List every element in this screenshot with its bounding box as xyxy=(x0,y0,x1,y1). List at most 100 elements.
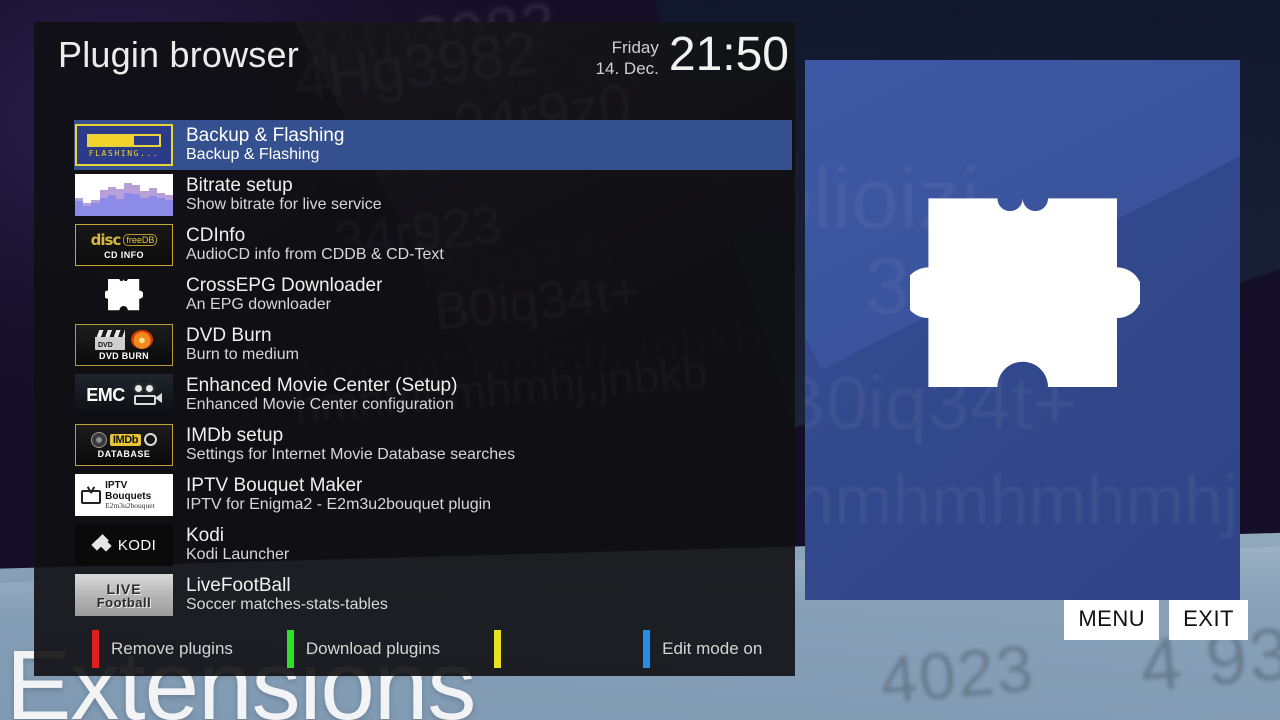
clapperboard-icon: DVD xyxy=(95,329,125,350)
plugin-icon: IPTV Bouquets E2m3u2bouquet xyxy=(75,474,173,516)
plugin-description: AudioCD info from CDDB & CD-Text xyxy=(186,246,444,264)
kodi-logo-mark xyxy=(91,534,112,554)
emc-icon: EMC xyxy=(75,374,173,416)
plugin-description: IPTV for Enigma2 - E2m3u2bouquet plugin xyxy=(186,496,492,514)
dvd-burn-icon: DVD DVD BURN xyxy=(75,324,173,366)
red-key-swatch xyxy=(92,630,99,668)
download-plugins-label: Download plugins xyxy=(305,639,441,658)
iptv-bouquets-icon: IPTV Bouquets E2m3u2bouquet xyxy=(75,474,173,516)
plugin-browser-dialog: 4Hg3982 34r9z0 34r923 B0iq34t+ hmhmhmhmh… xyxy=(34,22,795,676)
plugin-text: IMDb setup Settings for Internet Movie D… xyxy=(186,425,515,465)
dvd-clap-label: DVD xyxy=(98,341,113,349)
plugin-text: Enhanced Movie Center (Setup) Enhanced M… xyxy=(186,375,457,415)
yellow-key-button[interactable] xyxy=(494,622,513,676)
green-key-swatch xyxy=(286,630,294,668)
preview-panel-scribble: hmhmhmhmhj,jnbkb xyxy=(805,461,1240,539)
list-item[interactable]: EMC Enhanced Movie Center (Setup) Enhanc… xyxy=(74,370,792,420)
list-item[interactable]: IMDb DATABASE IMDb setup Settings for In… xyxy=(74,420,792,470)
cd-freedb-label: freeDB xyxy=(123,233,158,246)
plugin-text: Kodi Kodi Launcher xyxy=(186,525,289,565)
plugin-description: Backup & Flashing xyxy=(186,146,320,164)
lfb-line1-label: LIVE xyxy=(106,580,142,597)
livefootball-icon: LIVE Football xyxy=(75,574,173,616)
exit-button[interactable]: EXIT xyxy=(1169,599,1248,640)
magnifier-icon xyxy=(144,433,158,446)
kodi-wordmark: KODI xyxy=(117,536,157,554)
plugin-icon: KODI xyxy=(75,524,173,566)
plugin-icon: EMC xyxy=(75,374,173,416)
television-icon xyxy=(81,485,101,504)
plugin-icon: IMDb DATABASE xyxy=(75,424,173,466)
dialog-header: Plugin browser Friday 14. Dec. 21:50 xyxy=(34,22,795,98)
imdb-database-label: DATABASE xyxy=(97,448,151,459)
dvd-burn-label: DVD BURN xyxy=(99,350,149,361)
dialog-title: Plugin browser xyxy=(58,34,299,75)
list-item[interactable]: KODI Kodi Kodi Launcher xyxy=(74,520,792,570)
plugin-icon: disc freeDB CD INFO xyxy=(75,224,173,266)
edit-mode-label: Edit mode on xyxy=(662,639,763,658)
plugin-text: CDInfo AudioCD info from CDDB & CD-Text xyxy=(186,225,444,265)
dvd-burn-art: DVD xyxy=(95,329,153,350)
list-item[interactable]: disc freeDB CD INFO CDInfo AudioCD info … xyxy=(74,220,792,270)
blue-key-swatch xyxy=(643,630,651,668)
cd-info-label: CD INFO xyxy=(104,249,144,260)
clock-time: 21:50 xyxy=(668,28,789,81)
plugin-text: Backup & Flashing Backup & Flashing xyxy=(186,125,344,165)
plugin-text: DVD Burn Burn to medium xyxy=(186,325,299,365)
plugin-icon: LIVE Football xyxy=(75,574,173,616)
imdb-top: IMDb xyxy=(90,431,158,448)
cd-info-top: disc freeDB xyxy=(91,231,158,249)
list-item[interactable]: DVD DVD BURN DVD Burn Burn to medium xyxy=(74,320,792,370)
iptv-sub-label: E2m3u2bouquet xyxy=(105,500,155,510)
plugin-name: DVD Burn xyxy=(186,325,272,347)
list-item[interactable]: IPTV Bouquets E2m3u2bouquet IPTV Bouquet… xyxy=(74,470,792,520)
iptv-title-label: IPTV Bouquets xyxy=(105,479,152,502)
iptv-text: IPTV Bouquets E2m3u2bouquet xyxy=(105,480,173,510)
film-reel-icon xyxy=(90,431,107,448)
list-item[interactable]: LIVE Football LiveFootBall Soccer matche… xyxy=(74,570,792,620)
kodi-icon: KODI xyxy=(75,524,173,566)
clock-day: 14. Dec. xyxy=(595,59,659,79)
lfb-line2-label: Football xyxy=(96,594,152,610)
flame-icon xyxy=(131,330,153,349)
imdb-icon: IMDb DATABASE xyxy=(75,424,173,466)
plugin-text: LiveFootBall Soccer matches-stats-tables xyxy=(186,575,388,615)
puzzle-piece-icon xyxy=(910,198,1140,387)
puzzle-piece-glyph xyxy=(105,279,143,311)
bitrate-chart-icon xyxy=(75,174,173,216)
imdb-tag-label: IMDb xyxy=(109,433,142,446)
clock-weekday: Friday xyxy=(611,38,659,57)
plugin-icon: DVD DVD BURN xyxy=(75,324,173,366)
list-item[interactable]: CrossEPG Downloader An EPG downloader xyxy=(74,270,792,320)
color-key-bar: Remove plugins Download plugins Edit mod… xyxy=(34,622,795,676)
nav-buttons: MENU EXIT xyxy=(1064,599,1248,640)
wallpaper-scribble: 4023 xyxy=(877,630,1038,718)
plugin-list[interactable]: FLASHING... Backup & Flashing Backup & F… xyxy=(74,120,792,622)
remove-plugins-button[interactable]: Remove plugins xyxy=(92,622,233,676)
plugin-name: Bitrate setup xyxy=(186,175,293,197)
plugin-description: Soccer matches-stats-tables xyxy=(186,596,388,614)
plugin-description: Show bitrate for live service xyxy=(186,196,382,214)
plugin-description: Burn to medium xyxy=(186,346,299,364)
emc-label: EMC xyxy=(86,384,125,405)
plugin-text: CrossEPG Downloader An EPG downloader xyxy=(186,275,382,315)
plugin-description: An EPG downloader xyxy=(186,296,331,314)
plugin-name: IPTV Bouquet Maker xyxy=(186,475,363,497)
plugin-name: Enhanced Movie Center (Setup) xyxy=(186,375,458,397)
cd-info-icon: disc freeDB CD INFO xyxy=(75,224,173,266)
camera-icon xyxy=(132,383,162,407)
plugin-icon xyxy=(75,174,173,216)
plugin-description: Enhanced Movie Center configuration xyxy=(186,396,454,414)
list-item[interactable]: FLASHING... Backup & Flashing Backup & F… xyxy=(74,120,792,170)
progress-bar xyxy=(87,133,161,147)
clock-date: Friday 14. Dec. xyxy=(596,32,659,80)
edit-mode-button[interactable]: Edit mode on xyxy=(643,622,762,676)
list-item[interactable]: Bitrate setup Show bitrate for live serv… xyxy=(74,170,792,220)
plugin-name: CDInfo xyxy=(186,225,246,247)
menu-button[interactable]: MENU xyxy=(1064,599,1160,640)
download-plugins-button[interactable]: Download plugins xyxy=(286,622,441,676)
flashing-label: FLASHING... xyxy=(88,148,160,158)
clock: Friday 14. Dec. 21:50 xyxy=(596,28,789,81)
plugin-text: IPTV Bouquet Maker IPTV for Enigma2 - E2… xyxy=(186,475,491,515)
plugin-description: Settings for Internet Movie Database sea… xyxy=(186,446,516,464)
